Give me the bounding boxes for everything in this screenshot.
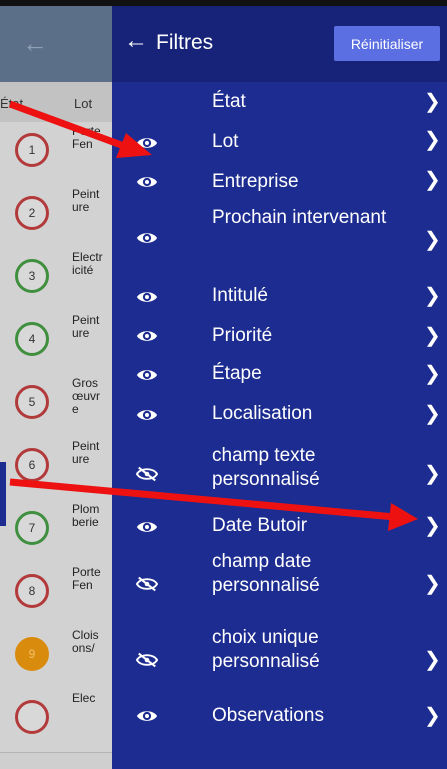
filter-item-label: Entreprise [212,171,299,192]
chevron-right-icon[interactable]: ❯ [424,364,441,384]
filter-item[interactable]: Entreprise ❯ [112,160,447,200]
header-lot: Lot [74,96,93,111]
eye-icon[interactable] [136,367,158,383]
chevron-right-icon[interactable]: ❯ [424,574,441,594]
filter-item[interactable]: champ date personnalisé ❯ [112,546,447,622]
filter-item-label: Localisation [212,403,313,424]
background-table-header: État Lot [0,82,112,122]
filter-item-label: Intitulé [212,285,268,306]
filter-item-label: État [212,91,246,112]
eye-icon[interactable] [136,289,158,305]
lot-text: Elec [72,691,96,705]
table-row[interactable]: 3 Electricité [0,248,112,312]
chevron-right-icon[interactable]: ❯ [424,706,441,726]
filter-item-label: champ texte personnalisé [212,445,320,490]
table-row[interactable]: 1 Porte Fen [0,122,112,186]
chevron-right-icon[interactable]: ❯ [424,130,441,150]
lot-text: Porte Fen [72,124,101,151]
lot-text: Gros œuvre [72,376,100,416]
filter-item-label: Observations [212,705,324,726]
eye-icon[interactable] [136,519,158,535]
chevron-right-icon[interactable]: ❯ [424,170,441,190]
eye-off-icon[interactable] [136,652,158,668]
table-row[interactable]: 7 Plomberie [0,500,112,564]
status-circle: 4 [15,322,49,356]
background-list: ← État Lot 1 Porte Fen 2 Peinture 3 Electrici… [0,6,112,769]
eye-icon[interactable] [136,328,158,344]
left-edge-marker [0,462,6,526]
filter-item-label: champ date personnalisé [212,551,320,596]
filters-drawer: ← Filtres Réinitialiser État ❯ Lot ❯ Entrepr… [112,6,447,769]
status-circle: 9 [15,637,49,671]
filter-item[interactable]: Lot ❯ [112,120,447,160]
table-row[interactable]: 2 Peinture [0,185,112,249]
drawer-toolbar: ← Filtres Réinitialiser [112,6,447,82]
lot-text: Peinture [72,313,100,340]
lot-text: Peinture [72,187,100,214]
lot-text: Peinture [72,439,100,466]
chevron-right-icon[interactable]: ❯ [424,516,441,536]
filter-item[interactable]: Observations ❯ [112,696,447,768]
lot-text: Electricité [72,250,103,277]
filter-item[interactable]: Prochain intervenant ❯ [112,200,447,276]
eye-icon[interactable] [136,135,158,151]
eye-icon[interactable] [136,708,158,724]
drawer-title: Filtres [156,31,214,54]
table-row[interactable]: 5 Gros œuvre [0,374,112,438]
filter-item-label: choix unique personnalisé [212,627,320,672]
status-circle: 1 [15,133,49,167]
status-circle: 7 [15,511,49,545]
table-row[interactable]: 4 Peinture [0,311,112,375]
status-circle [15,700,49,734]
eye-icon[interactable] [136,230,158,246]
status-circle: 2 [15,196,49,230]
lot-text: Plomberie [72,502,100,529]
table-row[interactable]: 8 Porte Fen [0,563,112,627]
lot-text: Cloisons/ [72,628,99,655]
filter-item-label: Étape [212,363,262,384]
arrow-left-icon[interactable]: ← [124,26,148,56]
table-row[interactable]: 9 Cloisons/ [0,626,112,690]
status-circle: 3 [15,259,49,293]
filter-item[interactable]: choix unique personnalisé ❯ [112,622,447,696]
chevron-right-icon[interactable]: ❯ [424,92,441,112]
chevron-right-icon[interactable]: ❯ [424,404,441,424]
filter-item[interactable]: État ❯ [112,82,447,120]
eye-off-icon[interactable] [136,466,158,482]
chevron-right-icon[interactable]: ❯ [424,230,441,250]
eye-icon[interactable] [136,407,158,423]
chevron-right-icon[interactable]: ❯ [424,286,441,306]
eye-off-icon[interactable] [136,576,158,592]
filter-item[interactable]: Priorité ❯ [112,316,447,354]
chevron-right-icon[interactable]: ❯ [424,326,441,346]
filter-item[interactable]: Intitulé ❯ [112,276,447,316]
filter-item-label: Lot [212,131,239,152]
filter-item-label: Prochain intervenant [212,207,387,228]
background-toolbar: ← [0,6,112,82]
status-circle: 5 [15,385,49,419]
reset-button[interactable]: Réinitialiser [334,26,440,61]
chevron-right-icon[interactable]: ❯ [424,650,441,670]
table-row[interactable]: Elec [0,689,112,753]
eye-icon[interactable] [136,174,158,190]
filter-item-label: Priorité [212,325,273,346]
filter-item-label: Date Butoir [212,515,308,536]
chevron-right-icon[interactable]: ❯ [424,464,441,484]
lot-text: Porte Fen [72,565,101,592]
filter-item[interactable]: Date Butoir ❯ [112,506,447,546]
table-row[interactable]: 6 Peinture [0,437,112,501]
filter-item[interactable]: champ texte personnalisé ❯ [112,436,447,506]
filter-item[interactable]: Localisation ❯ [112,394,447,436]
background-back-icon[interactable]: ← [22,28,48,58]
filter-item[interactable]: Étape ❯ [112,354,447,394]
status-circle: 8 [15,574,49,608]
header-etat: État [0,96,24,111]
status-circle: 6 [15,448,49,482]
app-screen: ← État Lot 1 Porte Fen 2 Peinture 3 Electrici… [0,6,447,769]
